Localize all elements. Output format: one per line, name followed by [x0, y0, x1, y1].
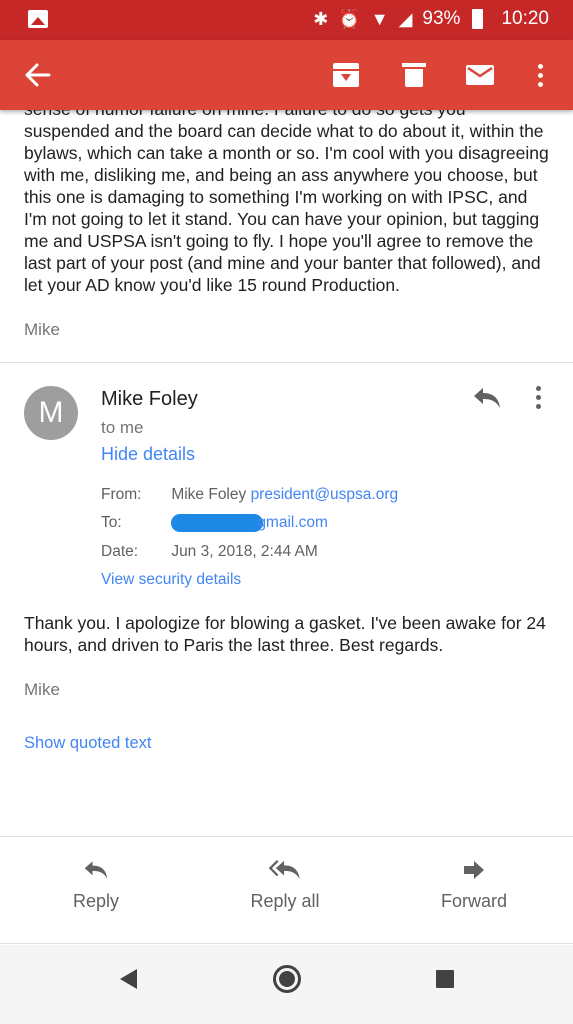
clock-time: 10:20: [501, 8, 549, 29]
system-navigation-bar: [0, 945, 573, 1024]
from-row: From: Mike Foley president@uspsa.org: [101, 486, 398, 504]
from-name: Mike Foley: [171, 486, 247, 503]
reply-all-icon: [225, 855, 345, 885]
to-email[interactable]: gmail.com: [257, 514, 328, 531]
app-toolbar: [0, 40, 573, 110]
view-security-details-link[interactable]: View security details: [101, 571, 241, 589]
wifi-icon: ▼: [370, 9, 389, 29]
redaction-mark: [171, 514, 264, 532]
more-vert-icon[interactable]: [522, 57, 558, 93]
previous-message-body: sense of humor failure on mine. Failure …: [24, 99, 549, 295]
signal-icon: ◢: [398, 9, 413, 29]
mark-unread-icon[interactable]: [462, 57, 498, 93]
avatar[interactable]: M: [24, 386, 78, 440]
message-divider: [0, 362, 573, 363]
status-bar-right: ✱ ⏰ ▼ ◢ 93% 10:20: [313, 8, 549, 30]
back-arrow-icon[interactable]: [20, 57, 56, 93]
date-label: Date:: [101, 543, 139, 560]
gallery-icon: [28, 10, 48, 28]
message-actions: Reply Reply all Forward: [0, 836, 573, 944]
hide-details-link[interactable]: Hide details: [101, 444, 195, 465]
message-signature: Mike: [24, 680, 60, 699]
from-email[interactable]: president@uspsa.org: [251, 486, 399, 503]
status-bar: ✱ ⏰ ▼ ◢ 93% 10:20: [0, 0, 573, 40]
forward-label: Forward: [440, 891, 507, 911]
alarm-icon: ⏰: [338, 9, 361, 29]
date-value: Jun 3, 2018, 2:44 AM: [171, 543, 318, 560]
forward-icon: [414, 855, 534, 885]
reply-button[interactable]: Reply: [36, 855, 156, 912]
reply-all-button[interactable]: Reply all: [225, 855, 345, 912]
battery-percent: 93%: [422, 8, 461, 29]
message-more-icon[interactable]: [536, 386, 541, 409]
reply-label: Reply: [72, 891, 120, 911]
battery-icon: [472, 9, 484, 29]
nav-home-icon[interactable]: [273, 965, 301, 993]
sender-name: Mike Foley: [101, 388, 198, 410]
recipient-summary: to me: [101, 418, 144, 437]
from-label: From:: [101, 486, 142, 503]
forward-button[interactable]: Forward: [414, 855, 534, 912]
message-body: Thank you. I apologize for blowing a gas…: [24, 613, 546, 655]
nav-recents-icon[interactable]: [436, 970, 454, 988]
to-row: To: gmail.com: [101, 514, 328, 532]
bluetooth-icon: ✱: [313, 9, 329, 29]
reply-icon[interactable]: [472, 386, 502, 410]
reply-all-label: Reply all: [250, 891, 320, 911]
nav-back-icon[interactable]: [120, 969, 137, 989]
show-quoted-text-link[interactable]: Show quoted text: [24, 734, 152, 753]
date-row: Date: Jun 3, 2018, 2:44 AM: [101, 543, 318, 561]
to-label: To:: [101, 514, 122, 532]
archive-icon[interactable]: [328, 57, 364, 93]
previous-message-signature: Mike: [24, 320, 60, 339]
delete-icon[interactable]: [396, 57, 432, 93]
reply-icon: [36, 855, 156, 885]
